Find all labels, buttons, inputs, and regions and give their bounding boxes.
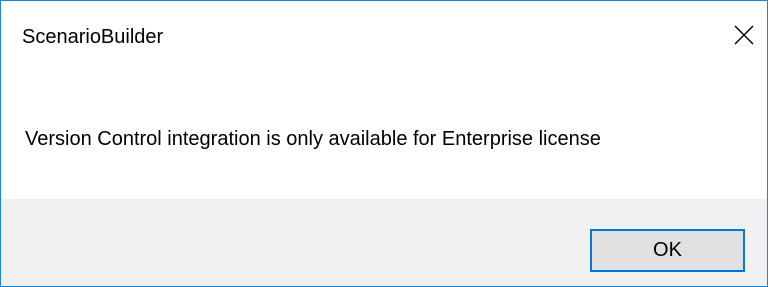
dialog-footer: OK xyxy=(1,199,767,286)
window-title: ScenarioBuilder xyxy=(22,26,164,48)
message-dialog: ScenarioBuilder Version Control integrat… xyxy=(0,0,768,287)
close-icon xyxy=(734,25,754,45)
ok-button-label: OK xyxy=(653,239,682,261)
close-button[interactable] xyxy=(721,15,767,53)
title-bar[interactable]: ScenarioBuilder xyxy=(1,1,767,77)
message-text: Version Control integration is only avai… xyxy=(25,128,601,150)
dialog-content: Version Control integration is only avai… xyxy=(1,77,767,199)
ok-button[interactable]: OK xyxy=(590,229,745,272)
